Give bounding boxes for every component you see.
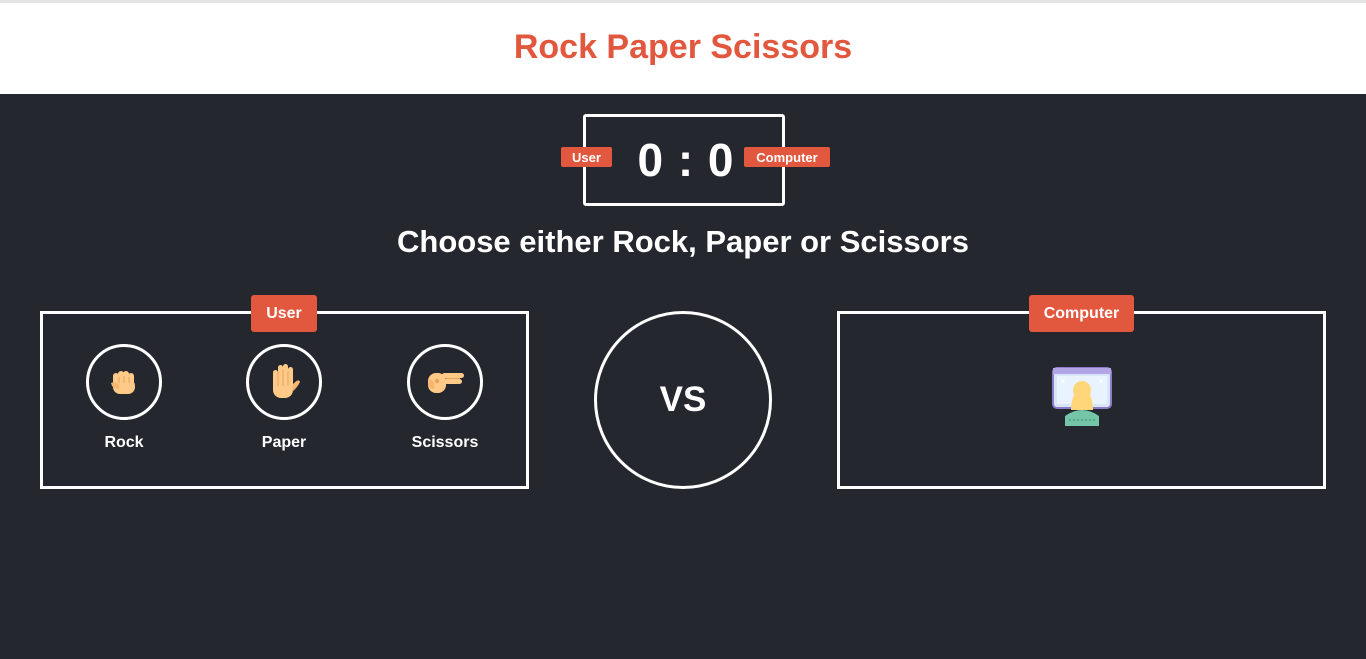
scissors-choice-button[interactable]: Scissors: [385, 344, 505, 452]
vs-circle: VS: [594, 311, 772, 489]
vs-label: VS: [659, 380, 707, 419]
computer-panel-badge: Computer: [1029, 295, 1134, 332]
rock-icon-circle[interactable]: [86, 344, 162, 420]
page-title: Rock Paper Scissors: [513, 28, 853, 66]
paper-choice-button[interactable]: Paper: [224, 344, 344, 452]
instruction-text: Choose either Rock, Paper or Scissors: [397, 224, 969, 259]
computer-user-icon: [1052, 367, 1112, 426]
open-hand-icon: [273, 364, 300, 398]
score-computer-badge: Computer: [744, 147, 830, 167]
score-user-badge: User: [561, 147, 612, 167]
user-panel-badge: User: [251, 295, 317, 332]
scissors-hand-icon: [428, 373, 464, 393]
scissors-icon-circle[interactable]: [407, 344, 483, 420]
header: Rock Paper Scissors: [0, 3, 1366, 94]
scissors-label: Scissors: [411, 434, 479, 451]
fist-hand-icon: [111, 371, 135, 394]
rock-choice-button[interactable]: Rock: [64, 344, 184, 452]
rock-label: Rock: [104, 434, 144, 451]
paper-icon-circle[interactable]: [246, 344, 322, 420]
paper-label: Paper: [261, 434, 307, 451]
game-area: 0 : 0 User Computer Choose either Rock, …: [0, 94, 1366, 659]
